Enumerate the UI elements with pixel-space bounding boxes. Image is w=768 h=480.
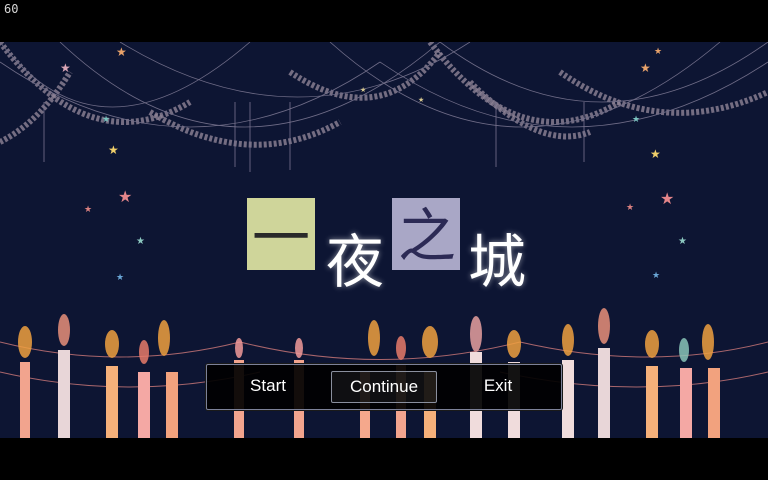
start-button[interactable]: Start (229, 371, 307, 401)
title-screen-scene: ★ ★ ★ ★ ★ ★ ★ ★ ★ ★ ★ ★ ★ ★ ★ ★ ★ ★ 一 夜 … (0, 42, 768, 438)
continue-button[interactable]: Continue (331, 371, 437, 403)
exit-button[interactable]: Exit (463, 371, 533, 401)
title-char-3: 之 (398, 202, 457, 270)
title-char-2: 夜 (326, 228, 385, 296)
fps-counter: 60 (4, 2, 19, 16)
main-menu: Start Continue Exit (206, 364, 562, 410)
title-char-4: 城 (468, 228, 527, 296)
title-char-1: 一 (252, 204, 311, 272)
